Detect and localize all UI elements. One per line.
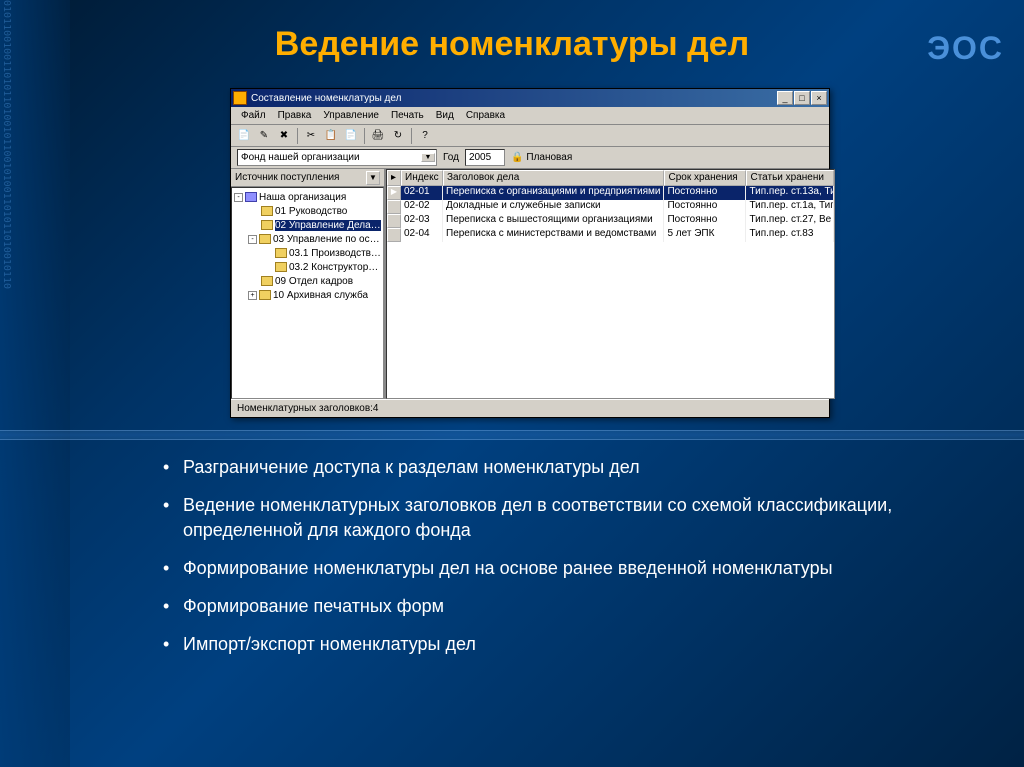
toolbar-separator [297, 128, 298, 144]
grid-header-marker[interactable]: ▸ [387, 170, 401, 186]
background-binary-strip: 0101100100110101101001011001010011010110… [0, 0, 70, 767]
tree-node-02[interactable]: 02 Управление Делами [234, 218, 381, 232]
folder-icon [261, 206, 273, 216]
menu-view[interactable]: Вид [430, 108, 460, 123]
folder-icon [259, 290, 271, 300]
grid-header-index[interactable]: Индекс [401, 170, 443, 186]
tree-node-09[interactable]: 09 Отдел кадров [234, 274, 381, 288]
bullet-3: Формирование номенклатуры дел на основе … [155, 556, 954, 580]
maximize-button[interactable]: □ [794, 91, 810, 105]
window-title: Составление номенклатуры дел [251, 93, 777, 104]
tree: - Наша организация 01 Руководство 02 Упр… [231, 187, 384, 399]
statusbar: Номенклатурных заголовков:4 [231, 399, 829, 417]
minimize-button[interactable]: _ [777, 91, 793, 105]
tree-node-03-1[interactable]: 03.1 Производственный от [234, 246, 381, 260]
toolbar-edit-icon[interactable]: ✎ [255, 127, 273, 145]
toolbar-refresh-icon[interactable]: ↻ [389, 127, 407, 145]
bullet-2: Ведение номенклатурных заголовков дел в … [155, 493, 954, 542]
tree-root[interactable]: - Наша организация [234, 190, 381, 204]
folder-icon [275, 248, 287, 258]
decorative-band [0, 430, 1024, 440]
year-input[interactable]: 2005 [465, 149, 505, 166]
menu-manage[interactable]: Управление [317, 108, 385, 123]
close-button[interactable]: × [811, 91, 827, 105]
folder-icon [275, 262, 287, 272]
toolbar-new-icon[interactable]: 📄 [235, 127, 253, 145]
folder-icon [261, 276, 273, 286]
row-marker-icon: ▶ [387, 186, 401, 200]
grid-header-article[interactable]: Статьи хранени [746, 170, 834, 186]
left-panel-title: Источник поступления [235, 172, 366, 183]
menu-print[interactable]: Печать [385, 108, 430, 123]
toolbar-separator [411, 128, 412, 144]
lock-icon: 🔒 [511, 152, 523, 163]
app-icon [233, 91, 247, 105]
folder-icon [259, 234, 271, 244]
tree-toggle-icon[interactable]: - [248, 235, 257, 244]
toolbar-paste-icon[interactable]: 📄 [342, 127, 360, 145]
year-label: Год [443, 152, 459, 163]
tree-toggle-icon[interactable]: + [248, 291, 257, 300]
grid-row[interactable]: 02-03 Переписка с вышестоящими организац… [387, 214, 834, 228]
left-panel: Источник поступления ▼ - Наша организаци… [231, 169, 386, 399]
tree-node-03-2[interactable]: 03.2 Конструкторский отде [234, 260, 381, 274]
toolbar-copy-icon[interactable]: 📋 [322, 127, 340, 145]
panel-dropdown-button[interactable]: ▼ [366, 171, 380, 185]
row-marker-icon [387, 200, 401, 214]
right-panel: ▸ Индекс Заголовок дела Срок хранения Ст… [386, 169, 835, 399]
logo: ЭОС [927, 30, 1004, 67]
grid-row[interactable]: ▶ 02-01 Переписка с организациями и пред… [387, 186, 834, 200]
menu-edit[interactable]: Правка [272, 108, 318, 123]
grid-row[interactable]: 02-04 Переписка с министерствами и ведом… [387, 228, 834, 242]
work-area: Источник поступления ▼ - Наша организаци… [231, 169, 829, 399]
left-panel-header: Источник поступления ▼ [231, 169, 384, 187]
toolbar-print-icon[interactable]: 🖨 [369, 127, 387, 145]
tree-toggle-icon[interactable]: - [234, 193, 243, 202]
bullet-list: Разграничение доступа к разделам номенкл… [155, 455, 954, 671]
grid: ▸ Индекс Заголовок дела Срок хранения Ст… [386, 169, 835, 399]
bullet-5: Импорт/экспорт номенклатуры дел [155, 632, 954, 656]
toolbar-help-icon[interactable]: ? [416, 127, 434, 145]
tree-node-01[interactable]: 01 Руководство [234, 204, 381, 218]
fund-combo-value: Фонд нашей организации [241, 152, 360, 163]
menu-file[interactable]: Файл [235, 108, 272, 123]
row-marker-icon [387, 228, 401, 242]
plan-indicator: 🔒 Плановая [511, 152, 572, 163]
toolbar-separator [364, 128, 365, 144]
menu-help[interactable]: Справка [460, 108, 511, 123]
toolbar-cut-icon[interactable]: ✂ [302, 127, 320, 145]
org-icon [245, 192, 257, 202]
grid-header: ▸ Индекс Заголовок дела Срок хранения Ст… [387, 170, 834, 186]
status-text: Номенклатурных заголовков:4 [237, 403, 378, 414]
titlebar[interactable]: Составление номенклатуры дел _ □ × [231, 89, 829, 107]
toolbar-delete-icon[interactable]: ✖ [275, 127, 293, 145]
fund-combo[interactable]: Фонд нашей организации [237, 149, 437, 166]
grid-header-title[interactable]: Заголовок дела [443, 170, 664, 186]
bullet-4: Формирование печатных форм [155, 594, 954, 618]
tree-node-03[interactable]: - 03 Управление по основной д [234, 232, 381, 246]
menubar: Файл Правка Управление Печать Вид Справк… [231, 107, 829, 125]
app-window: Составление номенклатуры дел _ □ × Файл … [230, 88, 830, 418]
row-marker-icon [387, 214, 401, 228]
bullet-1: Разграничение доступа к разделам номенкл… [155, 455, 954, 479]
toolbar: 📄 ✎ ✖ ✂ 📋 📄 🖨 ↻ ? [231, 125, 829, 147]
folder-icon [261, 220, 273, 230]
slide-title: Ведение номенклатуры дел [0, 0, 1024, 79]
filter-bar: Фонд нашей организации Год 2005 🔒 Планов… [231, 147, 829, 169]
plan-label: Плановая [526, 152, 572, 163]
tree-node-10[interactable]: + 10 Архивная служба [234, 288, 381, 302]
grid-header-term[interactable]: Срок хранения [664, 170, 746, 186]
grid-row[interactable]: 02-02 Докладные и служебные записки Пост… [387, 200, 834, 214]
